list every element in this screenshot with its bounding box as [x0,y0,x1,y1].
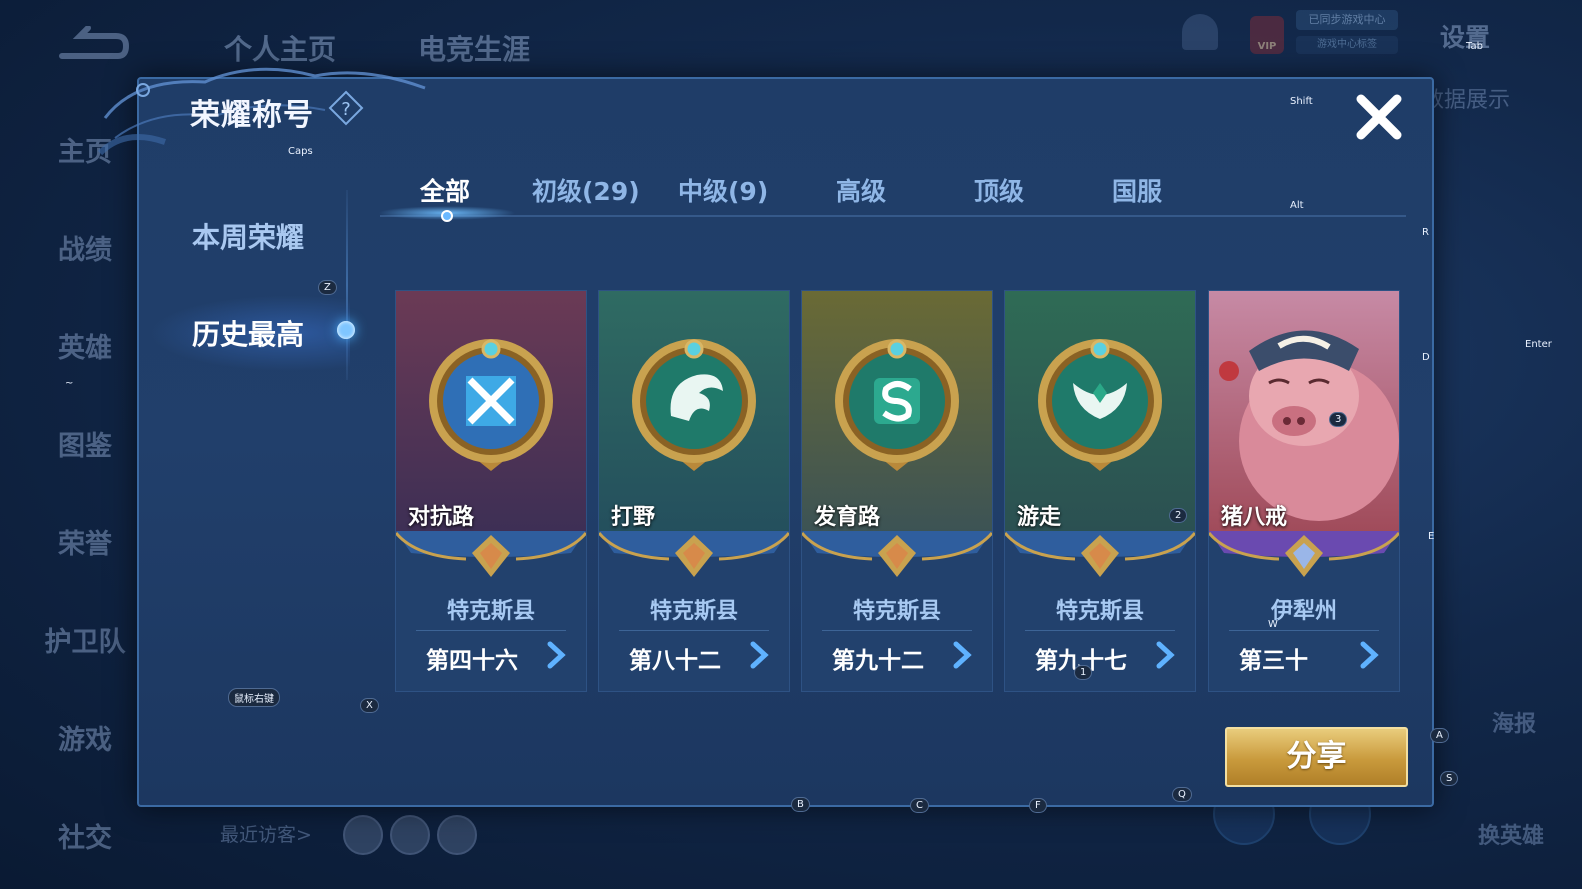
key-hint-alt: Alt [1290,200,1304,211]
share-button[interactable]: 分享 [1225,727,1408,787]
key-hint-z: Z [318,280,337,295]
card-region: 特克斯县 [1055,599,1144,624]
card-rank: 第九十二 [832,648,924,674]
rank-badge-icon [1003,531,1197,587]
promo-tag-2: 游戏中心标签 [1296,36,1398,54]
key-hint-2: 2 [1169,508,1188,523]
key-hint-enter: Enter [1525,339,1552,350]
card-divider [1025,630,1175,631]
rank-badge-icon [394,531,588,587]
s-emblem-icon [835,339,959,471]
close-icon[interactable] [1353,91,1405,143]
card-art [1005,291,1195,533]
visitor-avatar[interactable] [437,815,477,855]
key-hint-b: B [791,797,810,812]
svg-text:?: ? [341,99,351,120]
tab-top[interactable]: 顶级 [974,172,1024,208]
card-role-name: 猪八戒 [1221,505,1288,530]
key-hint-a: A [1430,728,1449,743]
card-rank: 第八十二 [629,648,721,674]
rank-badge-icon [1207,531,1401,587]
side-nav-social[interactable]: 社交 [0,816,170,855]
dragon-emblem-icon [632,339,756,471]
top-tab-esports[interactable]: 电竞生涯 [418,28,530,68]
zhu-bajie-portrait-icon [1219,330,1399,521]
tab-bar-line [380,215,1406,217]
card-region: 伊犁州 [1270,599,1337,624]
card-art [396,291,586,533]
top-tab-profile[interactable]: 个人主页 [224,28,336,68]
active-indicator-icon [337,321,355,339]
crossed-swords-emblem-icon [429,339,553,471]
card-art [1209,291,1399,533]
menu-item-history-best[interactable]: 历史最高 [192,313,304,353]
card-region: 特克斯县 [852,599,941,624]
card-rank: 第三十 [1239,648,1308,674]
card-rank: 第四十六 [426,648,518,674]
key-hint-right-mouse: 鼠标右键 [228,688,280,707]
active-tab-indicator-icon [441,210,453,222]
tab-intermediate[interactable]: 中级(9) [678,172,768,208]
poster-label[interactable]: 海报 [1492,706,1536,738]
chevron-right-icon[interactable] [747,641,771,669]
visitor-avatar[interactable] [343,815,383,855]
key-hint-e: E [1428,531,1435,542]
back-arrow-icon[interactable] [50,26,130,66]
title-card[interactable]: 发育路特克斯县第九十二 [800,290,994,692]
wings-emblem-icon [1038,339,1162,471]
key-hint-caps: Caps [288,146,313,157]
card-divider [822,630,972,631]
key-hint-tab: Tab [1466,41,1483,52]
key-hint-r: R [1422,227,1429,238]
chevron-right-icon[interactable] [544,641,568,669]
rank-badge-icon [597,531,791,587]
card-role-name: 对抗路 [408,505,475,530]
card-role-name: 打野 [611,505,656,530]
vip-badge[interactable]: VIP [1250,16,1284,54]
key-hint-tilde: ~ [65,378,74,389]
chevron-right-icon[interactable] [1357,641,1381,669]
card-role-name: 发育路 [814,505,881,530]
card-region: 特克斯县 [446,599,535,624]
help-icon[interactable]: ? [328,90,364,126]
card-region: 特克斯县 [649,599,738,624]
key-hint-shift: Shift [1290,96,1313,107]
tab-national[interactable]: 国服 [1112,172,1162,208]
key-hint-c: C [910,798,929,813]
tab-all[interactable]: 全部 [420,172,470,208]
tab-beginner[interactable]: 初级(29) [532,172,640,208]
title-card[interactable]: 猪八戒伊犁州第三十 [1207,290,1401,692]
key-hint-3: 3 [1329,412,1348,427]
card-divider [416,630,566,631]
key-hint-w: W [1268,619,1278,630]
menu-item-this-week[interactable]: 本周荣耀 [192,216,304,256]
key-hint-f: F [1029,798,1047,813]
title-card[interactable]: 游走 特克斯县 第九十七 [1003,290,1197,692]
key-hint-d: D [1422,352,1430,363]
title-card[interactable]: 打野特克斯县第八十二 [597,290,791,692]
card-divider [1229,630,1379,631]
recent-visitors-link[interactable]: 最近访客> [220,820,312,847]
chevron-right-icon[interactable] [950,641,974,669]
rank-badge-icon [800,531,994,587]
data-show-label: 数据展示 [1422,88,1511,113]
title-card[interactable]: 对抗路特克斯县第四十六 [394,290,588,692]
modal-title: 荣耀称号 [190,98,314,133]
key-hint-q: Q [1172,787,1192,802]
key-hint-1: 1 [1074,665,1093,680]
bell-icon[interactable] [1182,14,1218,50]
card-art [599,291,789,533]
key-hint-x: X [360,698,379,713]
key-hint-s: S [1440,771,1459,786]
card-divider [619,630,769,631]
switch-hero-label[interactable]: 换英雄 [1478,818,1544,850]
promo-tag: 已同步游戏中心 [1296,10,1398,30]
card-role-name: 游走 [1017,505,1062,530]
visitor-avatar[interactable] [390,815,430,855]
tab-advanced[interactable]: 高级 [836,172,886,208]
card-art [802,291,992,533]
chevron-right-icon[interactable] [1153,641,1177,669]
